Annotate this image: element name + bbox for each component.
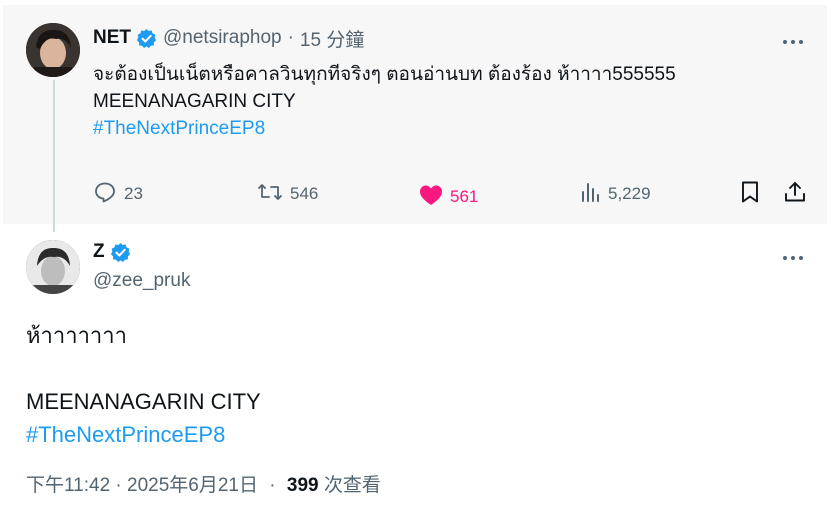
parent-tweet-header: NET @netsiraphop · 15 分鐘 (93, 25, 364, 52)
repost-button[interactable]: 546 (257, 181, 318, 207)
more-icon[interactable] (781, 248, 805, 268)
reply-button[interactable]: 23 (93, 181, 143, 207)
bookmark-button[interactable] (739, 181, 768, 207)
like-count: 561 (450, 187, 479, 206)
heart-icon (419, 184, 450, 211)
more-icon[interactable] (781, 32, 805, 52)
separator-dot: · (287, 27, 294, 48)
author-handle[interactable]: @zee_pruk (93, 270, 190, 292)
tweet-text-line: MEENANAGARIN CITY (26, 389, 261, 414)
main-tweet-header: Z (93, 241, 131, 263)
views-icon (579, 181, 608, 208)
thread-connector-line (53, 80, 55, 232)
share-button[interactable] (783, 181, 814, 207)
reply-count: 23 (124, 184, 143, 203)
verified-badge-icon (110, 242, 131, 263)
views-button[interactable]: 5,229 (579, 181, 651, 207)
reply-icon (93, 180, 124, 209)
repost-count: 546 (290, 184, 319, 203)
separator-dot: · (269, 475, 276, 496)
tweet-timestamp[interactable]: 下午11:42 · 2025年6月21日 (26, 475, 258, 496)
view-label: 次查看 (323, 475, 381, 496)
view-count: 399 (286, 475, 319, 496)
author-name[interactable]: NET (93, 27, 131, 49)
tweet-text-line: MEENANAGARIN CITY (93, 91, 296, 112)
repost-icon (257, 180, 290, 209)
parent-tweet-text: จะต้องเป็นเน็ตหรือคาลวินทุกทีจริงๆ ตอนอ่… (93, 61, 793, 142)
tweet-thread: NET @netsiraphop · 15 分鐘 จะต้องเป็นเน็ตห… (3, 5, 827, 519)
tweet-actions: 23 546 561 5,229 (93, 181, 813, 207)
views-count: 5,229 (608, 184, 651, 203)
like-button[interactable]: 561 (419, 184, 478, 210)
avatar[interactable] (26, 23, 80, 77)
parent-tweet[interactable]: NET @netsiraphop · 15 分鐘 จะต้องเป็นเน็ตห… (3, 5, 827, 232)
verified-badge-icon (136, 28, 157, 49)
share-icon (783, 180, 814, 209)
tweet-meta: 下午11:42 · 2025年6月21日 · 399 次查看 (26, 470, 381, 497)
avatar[interactable] (26, 240, 80, 294)
hashtag-link[interactable]: #TheNextPrinceEP8 (26, 418, 261, 451)
tweet-text-line: จะต้องเป็นเน็ตหรือคาลวินทุกทีจริงๆ ตอนอ่… (93, 64, 676, 85)
bookmark-icon (739, 180, 768, 209)
hashtag-link[interactable]: #TheNextPrinceEP8 (93, 115, 793, 142)
tweet-text-line: ห้าาาาาาา (26, 323, 127, 348)
main-tweet-text: ห้าาาาาาา MEENANAGARIN CITY #TheNextPrin… (26, 319, 261, 451)
author-handle[interactable]: @netsiraphop (163, 27, 282, 49)
author-name[interactable]: Z (93, 241, 105, 263)
tweet-time[interactable]: 15 分鐘 (300, 25, 364, 52)
